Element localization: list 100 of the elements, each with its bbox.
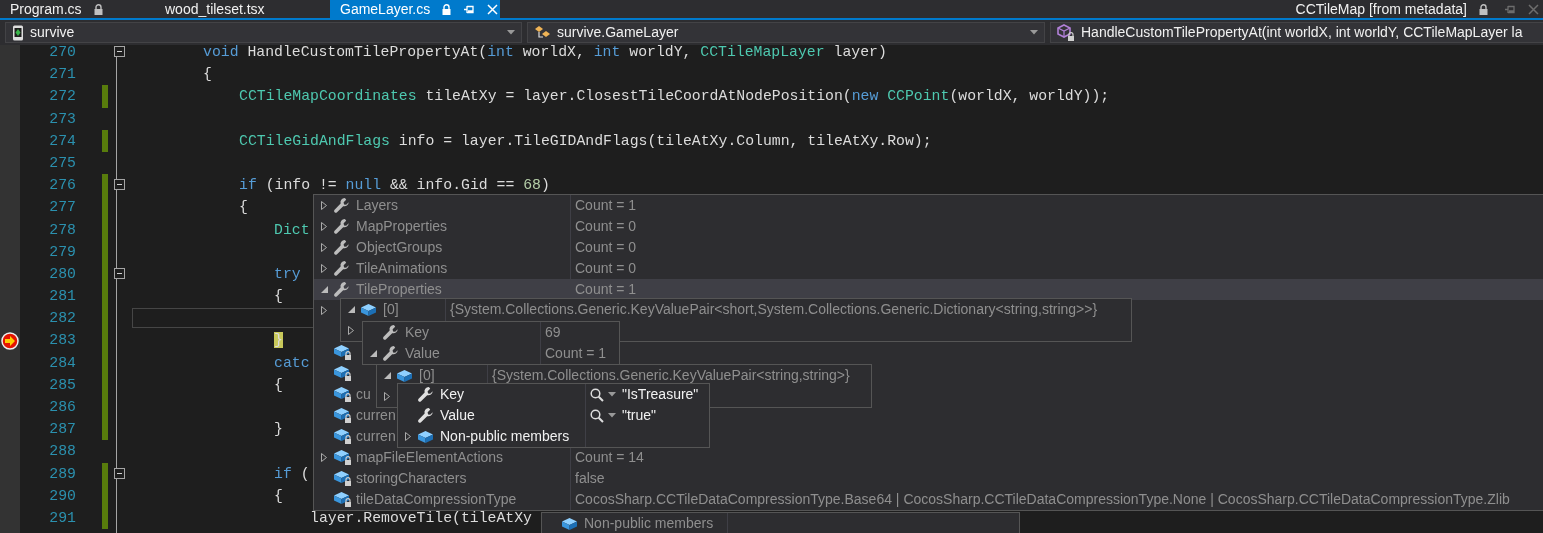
cube-lock-icon [333, 428, 353, 445]
collapse-arrow-icon[interactable] [369, 350, 377, 357]
tab[interactable]: CCTileMap [from metadata] [1291, 0, 1543, 18]
cube-lock-icon [333, 470, 353, 487]
line-number: 291 [48, 508, 76, 528]
collapse-icon[interactable] [114, 179, 125, 191]
tab[interactable]: wood_tileset.tsx [155, 0, 330, 18]
wrench-icon [382, 345, 399, 362]
datatip-row[interactable]: storingCharacters false [314, 468, 1543, 489]
variable-name: Layers [356, 196, 399, 215]
datatip-row[interactable]: Layers Count = 1 [314, 195, 1543, 216]
expand-arrow-icon[interactable] [321, 264, 327, 273]
project-dropdown[interactable]: survive [5, 22, 522, 43]
variable-name: Value [405, 344, 440, 363]
line-number: 277 [48, 198, 76, 218]
caret-icon[interactable] [507, 30, 515, 35]
class-icon [534, 24, 551, 41]
variable-name: Key [405, 323, 430, 342]
expand-arrow-icon[interactable] [405, 432, 411, 441]
datatip-row[interactable]: tileDataCompressionType CocosSharp.CCTileDataCompressionType.Base64 | CocosSharp.CCTileDataCompressionType.None | CocosSharp.CCTileDataCompressionType.Zlib [314, 489, 1543, 510]
cube-icon [360, 302, 377, 317]
method-lock-icon [1057, 24, 1075, 41]
code-line: { [274, 376, 283, 393]
variable-name: mapFileElementActions [356, 448, 504, 467]
variable-value: Count = 1 [575, 196, 637, 215]
datatip-row[interactable]: [0] {System.Collections.Generic.KeyValuePair<short,System.Collections.Generic.Dictionary<string,string>>} [341, 299, 1131, 320]
datatip-row[interactable]: Key 69 [363, 322, 619, 343]
variable-name: [0] [419, 366, 435, 385]
line-number: 286 [48, 398, 76, 417]
caret-icon[interactable] [608, 392, 616, 397]
expand-arrow-icon[interactable] [321, 453, 327, 462]
tab[interactable]: Program.cs [0, 0, 155, 18]
expand-arrow-icon[interactable] [321, 222, 327, 231]
datatip-row[interactable]: ObjectGroups Count = 0 [314, 237, 1543, 258]
variable-value: CocosSharp.CCTileDataCompressionType.Base64 | CocosSharp.CCTileDataCompressionType.None | CocosSharp.CCTileDataCompressionType.Zlib [575, 490, 1510, 509]
member-dropdown[interactable]: HandleCustomTilePropertyAt(int worldX, int worldY, CCTileMapLayer la [1050, 22, 1543, 43]
wrench-icon [417, 386, 434, 403]
collapse-arrow-icon[interactable] [383, 372, 391, 379]
collapse-icon[interactable] [114, 467, 125, 479]
line-number: 275 [48, 153, 76, 173]
expand-arrow-icon[interactable] [321, 243, 327, 252]
variable-name: TileProperties [356, 280, 442, 299]
type-dropdown[interactable]: survive.GameLayer [527, 22, 1045, 43]
code-line: if ( [274, 465, 310, 482]
collapse-icon[interactable] [114, 46, 125, 57]
expand-arrow-icon[interactable] [321, 201, 327, 210]
variable-name: TileAnimations [356, 259, 448, 278]
datatip-row[interactable]: MapProperties Count = 0 [314, 216, 1543, 237]
variable-value: {System.Collections.Generic.KeyValuePair<short,System.Collections.Generic.Dictionary<string,string>>} [450, 300, 1098, 319]
wrench-icon [333, 281, 350, 298]
line-number: 290 [48, 486, 76, 506]
code-line: try [274, 265, 301, 282]
variable-value: Count = 0 [575, 238, 637, 257]
line-number: 288 [48, 442, 76, 462]
pin-icon[interactable] [1504, 3, 1516, 15]
search-icon[interactable] [590, 387, 604, 402]
datatip-row[interactable]: Non-public members [398, 426, 709, 447]
collapse-icon[interactable] [114, 267, 125, 279]
variable-value: Count = 0 [575, 217, 637, 236]
variable-name: cu [356, 385, 371, 404]
line-number: 285 [48, 375, 76, 395]
variable-value: Count = 0 [575, 259, 637, 278]
wrench-icon [417, 407, 434, 424]
line-number: 284 [48, 353, 76, 373]
cube-lock-icon [333, 407, 353, 424]
variable-name: tileDataCompressionType [356, 490, 517, 509]
tab[interactable]: GameLayer.cs [330, 0, 500, 18]
datatip-row[interactable]: Value "true" [398, 405, 709, 426]
wrench-icon [333, 239, 350, 256]
variable-value: {System.Collections.Generic.KeyValuePair<string,string>} [492, 366, 850, 385]
datatip-row[interactable]: TileProperties Count = 1 [314, 279, 1543, 300]
code-line: CCTileGidAndFlags info = layer.TileGIDAndFlags(tileAtXy.Column, tileAtXy.Row); [239, 132, 932, 149]
cube-lock-icon [333, 449, 353, 466]
collapse-arrow-icon[interactable] [320, 286, 328, 293]
expand-arrow-icon[interactable] [348, 326, 354, 335]
wrench-icon [333, 260, 350, 277]
pin-icon[interactable] [463, 3, 476, 15]
code-line: { [274, 487, 283, 504]
datatip-row[interactable]: Non-public members [542, 513, 1019, 533]
variable-value: 69 [545, 323, 561, 342]
caret-icon[interactable] [608, 413, 616, 418]
line-number: 281 [48, 287, 76, 307]
line-number: 274 [48, 131, 76, 151]
code-line: if (info != null && info.Gid == 68) [239, 177, 550, 194]
variable-name: Value [440, 406, 475, 425]
line-number: 273 [48, 109, 76, 129]
cube-icon [396, 368, 413, 383]
variable-value: "true" [622, 406, 657, 425]
close-icon[interactable] [1528, 3, 1539, 15]
wrench-icon [333, 197, 350, 214]
expand-arrow-icon[interactable] [321, 306, 327, 315]
datatip-row[interactable]: Key "IsTreasure" [398, 384, 709, 405]
collapse-arrow-icon[interactable] [347, 306, 355, 313]
caret-icon[interactable] [1030, 30, 1038, 35]
search-icon[interactable] [590, 408, 604, 423]
expand-arrow-icon[interactable] [384, 392, 390, 401]
line-number: 278 [48, 220, 76, 240]
variable-value: Count = 1 [545, 344, 607, 363]
variable-name: curren [356, 427, 396, 446]
code-line: { [239, 199, 248, 216]
